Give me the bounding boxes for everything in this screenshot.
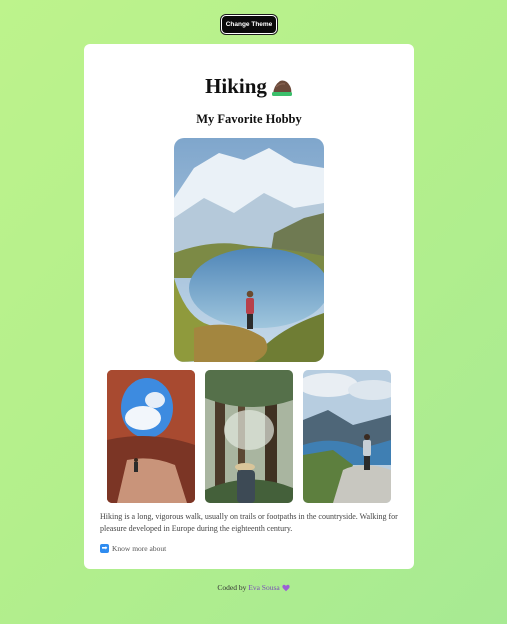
rock-icon	[271, 77, 293, 97]
page-title: Hiking	[84, 74, 414, 99]
know-more-link[interactable]: ➡ Know more about	[100, 544, 166, 553]
subtitle: My Favorite Hobby	[196, 112, 302, 126]
footer: Coded by Eva Sousa	[0, 583, 507, 592]
purple-heart-icon	[281, 584, 290, 592]
hobby-card: Hiking My Favorite Hobby Hiking is a lon…	[84, 44, 414, 569]
mountain-lake-photo	[174, 138, 324, 362]
footer-prefix: Coded by	[217, 583, 247, 592]
canyon-arch-photo	[107, 370, 195, 503]
hobby-description: Hiking is a long, vigorous walk, usually…	[100, 512, 398, 533]
title-text: Hiking	[205, 74, 267, 98]
change-theme-button[interactable]: Change Theme	[221, 15, 277, 34]
fjord-hiker-photo	[303, 370, 391, 503]
right-arrow-icon: ➡	[100, 544, 109, 553]
know-more-label: Know more about	[112, 544, 167, 553]
author-link[interactable]: Eva Sousa	[248, 583, 279, 592]
forest-hiker-photo	[205, 370, 293, 503]
